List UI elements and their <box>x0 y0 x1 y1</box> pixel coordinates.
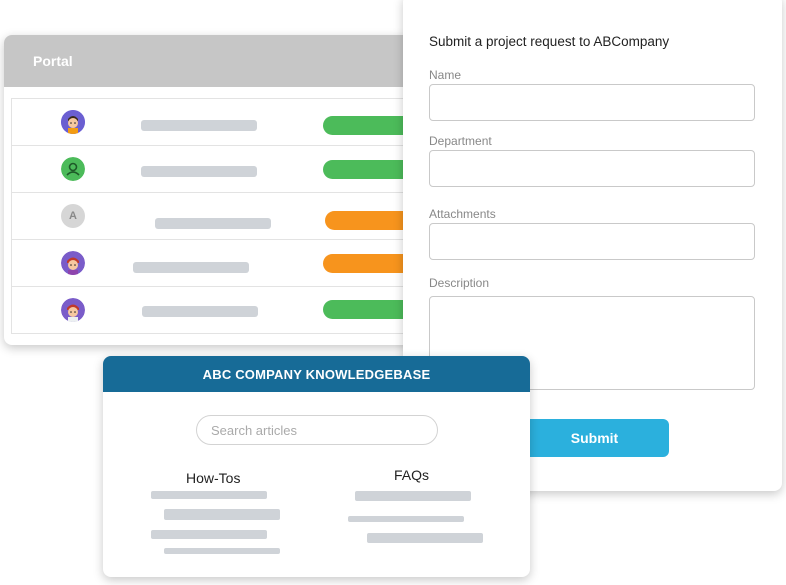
article-link-placeholder[interactable] <box>151 530 267 539</box>
status-pill <box>323 116 413 135</box>
status-pill <box>325 211 415 230</box>
avatar-icon <box>61 298 85 322</box>
description-label: Description <box>429 276 490 290</box>
table-row[interactable] <box>12 287 432 333</box>
table-row[interactable] <box>12 99 432 146</box>
knowledgebase-title: ABC COMPANY KNOWLEDGEBASE <box>202 366 431 382</box>
article-link-placeholder[interactable] <box>355 491 471 501</box>
avatar-letter: A <box>69 210 77 222</box>
faqs-heading[interactable]: FAQs <box>394 467 429 483</box>
name-label: Name <box>429 68 462 82</box>
form-title: Submit a project request to ABCompany <box>429 34 670 49</box>
avatar-icon <box>61 110 85 134</box>
article-link-placeholder[interactable] <box>164 509 280 520</box>
attachments-field[interactable] <box>429 223 755 260</box>
table-row[interactable]: A <box>12 193 432 240</box>
person-icon <box>61 157 85 181</box>
placeholder-bar <box>141 166 257 177</box>
portal-title: Portal <box>33 53 73 69</box>
placeholder-bar <box>142 306 258 317</box>
knowledgebase-card: ABC COMPANY KNOWLEDGEBASE Search article… <box>103 356 530 577</box>
article-link-placeholder[interactable] <box>164 548 280 554</box>
department-field[interactable] <box>429 150 755 187</box>
placeholder-bar <box>155 218 271 229</box>
name-field[interactable] <box>429 84 755 121</box>
knowledgebase-header: ABC COMPANY KNOWLEDGEBASE <box>103 356 530 392</box>
search-placeholder: Search articles <box>211 422 297 438</box>
search-input[interactable]: Search articles <box>196 415 438 445</box>
article-link-placeholder[interactable] <box>348 516 464 522</box>
status-pill <box>323 300 413 319</box>
table-row[interactable] <box>12 240 432 287</box>
how-tos-heading[interactable]: How-Tos <box>186 470 240 486</box>
article-link-placeholder[interactable] <box>151 491 267 499</box>
submit-button[interactable]: Submit <box>520 419 669 457</box>
avatar-icon <box>61 251 85 275</box>
portal-header: Portal <box>4 35 434 87</box>
portal-table: A <box>11 98 432 334</box>
letter-avatar: A <box>61 204 85 228</box>
status-pill <box>323 254 413 273</box>
article-link-placeholder[interactable] <box>367 533 483 543</box>
attachments-label: Attachments <box>429 207 496 221</box>
portal-panel: Portal A <box>4 35 434 345</box>
placeholder-bar <box>141 120 257 131</box>
placeholder-bar <box>133 262 249 273</box>
table-row[interactable] <box>12 146 432 193</box>
department-label: Department <box>429 134 492 148</box>
status-pill <box>323 160 413 179</box>
